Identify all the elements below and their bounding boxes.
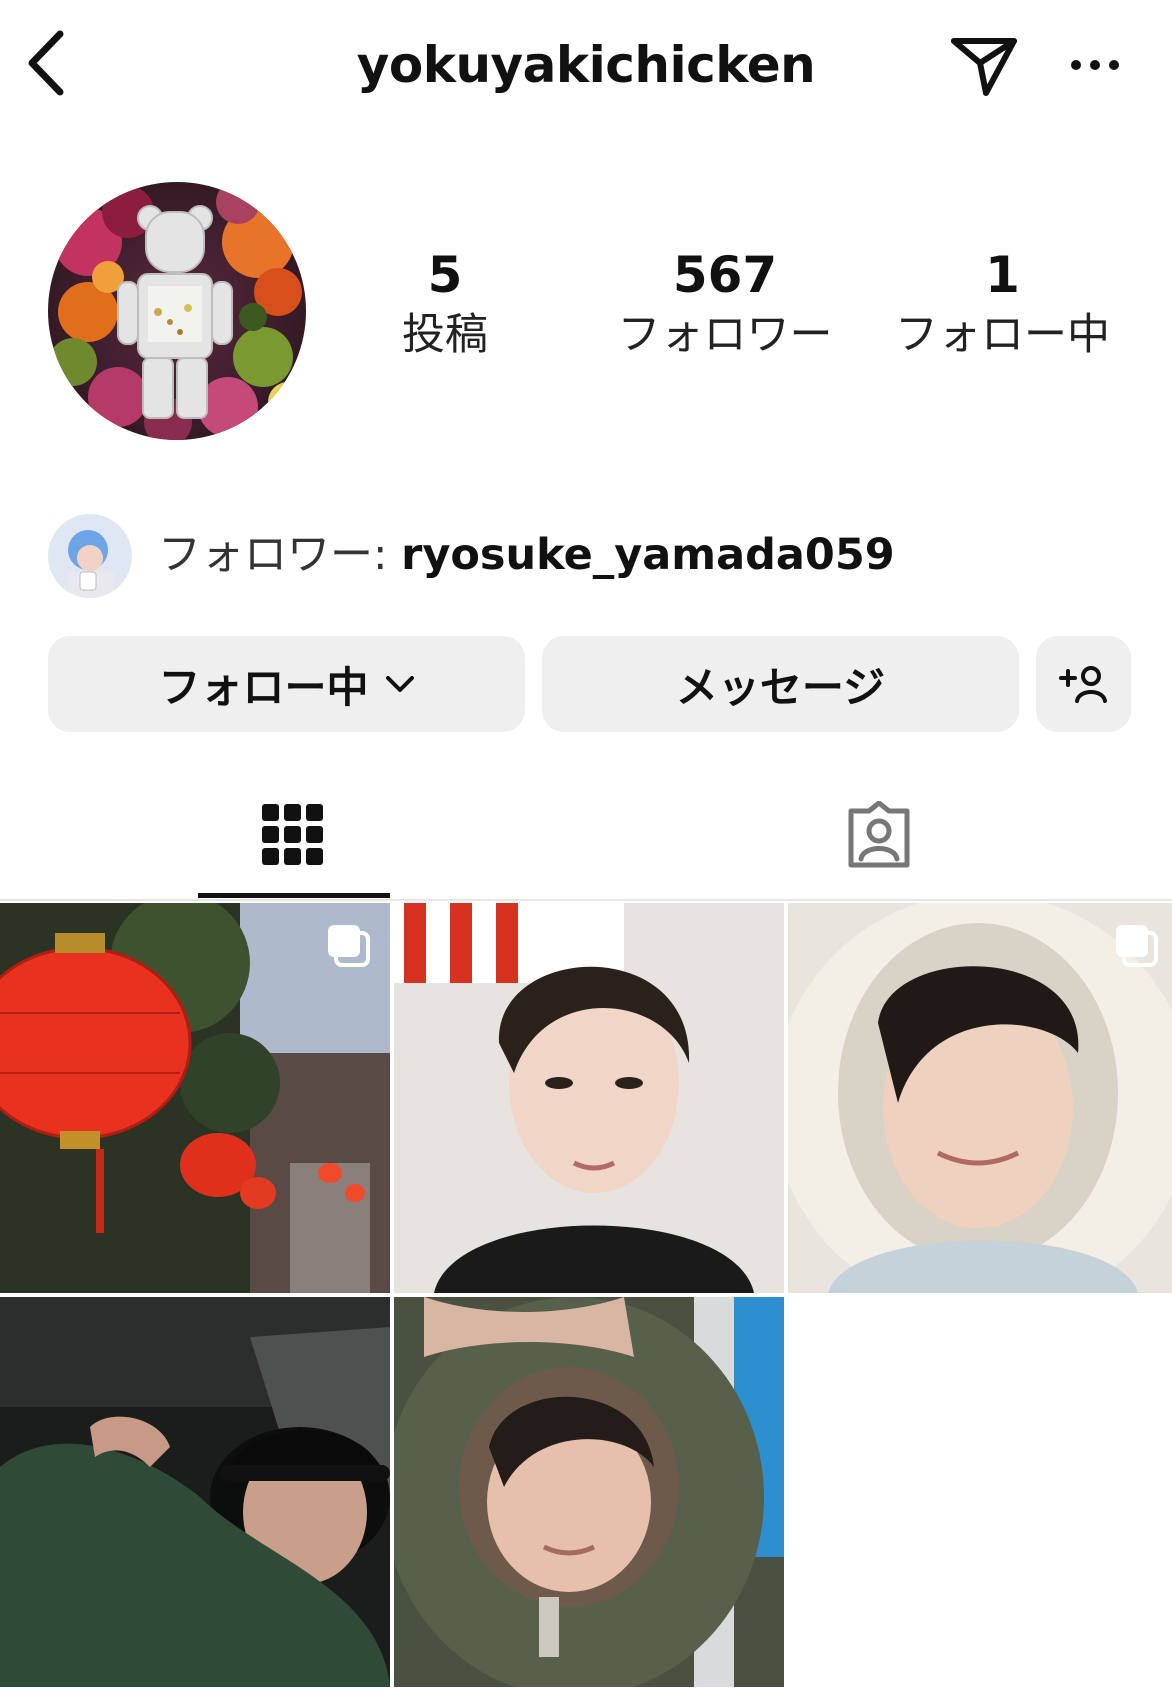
more-options-button[interactable] [1060, 40, 1130, 90]
chevron-down-icon [385, 676, 414, 692]
post-thumbnail-3[interactable] [788, 903, 1172, 1293]
stat-followers[interactable]: 567 フォロワー [600, 245, 850, 365]
back-button[interactable] [22, 28, 70, 98]
following-count: 1 [985, 246, 1020, 304]
tab-divider [0, 899, 1172, 901]
multiple-photos-icon [1116, 925, 1158, 967]
grid-icon [262, 804, 323, 865]
add-person-icon [1058, 666, 1107, 703]
stat-following[interactable]: 1 フォロー中 [880, 245, 1125, 365]
stat-posts[interactable]: 5 投稿 [370, 245, 520, 365]
portrait-olive-hood-photo [394, 1297, 784, 1687]
paper-plane-icon [951, 38, 1017, 96]
multiple-photos-icon [328, 925, 370, 967]
posts-label: 投稿 [402, 310, 488, 360]
following-label: フォロー中 [895, 310, 1110, 360]
following-button-label: フォロー中 [158, 662, 369, 712]
followed-by-prefix: フォロワー: [158, 530, 402, 580]
post-thumbnail-4[interactable] [0, 1297, 390, 1687]
message-button-label: メッセージ [675, 662, 886, 712]
portrait-car-bucket-hat-photo [0, 1297, 390, 1687]
profile-avatar[interactable] [48, 182, 306, 440]
message-button[interactable]: メッセージ [542, 636, 1019, 732]
post-thumbnail-2[interactable] [394, 903, 784, 1293]
suggested-users-button[interactable] [1036, 636, 1131, 732]
mutual-follower-avatar[interactable] [48, 514, 132, 598]
posts-count: 5 [427, 246, 463, 304]
followed-by-text[interactable]: フォロワー: ryosuke_yamada059 [158, 525, 895, 585]
following-dropdown-button[interactable]: フォロー中 [48, 636, 525, 732]
active-tab-indicator [198, 893, 390, 898]
more-horizontal-icon [1071, 60, 1119, 70]
followers-label: フォロワー [617, 310, 833, 360]
chevron-left-icon [28, 30, 64, 96]
mutual-follower-image [48, 514, 132, 598]
tab-tagged[interactable] [586, 770, 1172, 900]
tagged-person-icon [848, 801, 910, 868]
tab-posts-grid[interactable] [0, 770, 586, 900]
profile-username-title: yokuyakichicken [356, 36, 816, 94]
followers-count: 567 [672, 246, 778, 304]
post-thumbnail-5[interactable] [394, 1297, 784, 1687]
share-button[interactable] [948, 30, 1020, 102]
bearbrick-flowers-image [48, 182, 306, 440]
post-thumbnail-1[interactable] [0, 903, 390, 1293]
portrait-black-tee-photo [394, 903, 784, 1293]
followed-by-username[interactable]: ryosuke_yamada059 [401, 530, 895, 580]
